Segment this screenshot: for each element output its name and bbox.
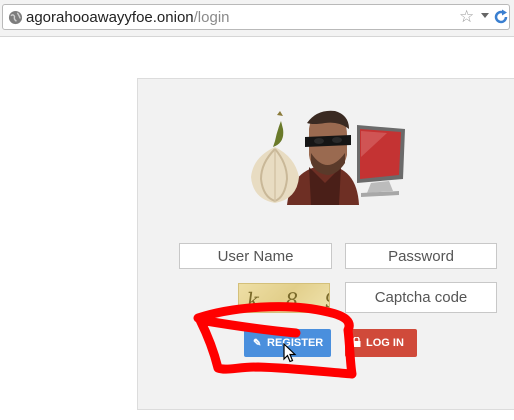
lock-icon [352, 330, 362, 358]
address-bar[interactable]: agorahooawayyfoe.onion/login ☆ [2, 4, 510, 30]
reload-icon[interactable] [493, 9, 509, 25]
globe-icon [8, 10, 23, 25]
url-text: agorahooawayyfoe.onion/login [26, 9, 230, 27]
login-label: LOG IN [366, 337, 404, 349]
captcha-image: k 8 9 [238, 283, 330, 313]
onion-icon [251, 111, 299, 203]
monitor-icon [357, 125, 405, 197]
username-field[interactable] [179, 243, 332, 269]
captcha-text: k 8 9 [245, 288, 330, 312]
browser-toolbar: agorahooawayyfoe.onion/login ☆ [0, 0, 514, 37]
url-path: /login [193, 9, 230, 26]
bookmark-star-icon[interactable]: ☆ [459, 8, 474, 26]
mouse-pointer-icon [283, 343, 297, 363]
chevron-down-icon[interactable] [481, 13, 489, 18]
pencil-icon: ✎ [253, 338, 262, 349]
url-host: agorahooawayyfoe.onion [26, 9, 194, 26]
masked-figure-icon [287, 110, 359, 205]
captcha-field[interactable] [345, 282, 497, 313]
login-button[interactable]: LOG IN [345, 329, 417, 357]
site-logo [251, 110, 405, 205]
password-field[interactable] [345, 243, 497, 269]
